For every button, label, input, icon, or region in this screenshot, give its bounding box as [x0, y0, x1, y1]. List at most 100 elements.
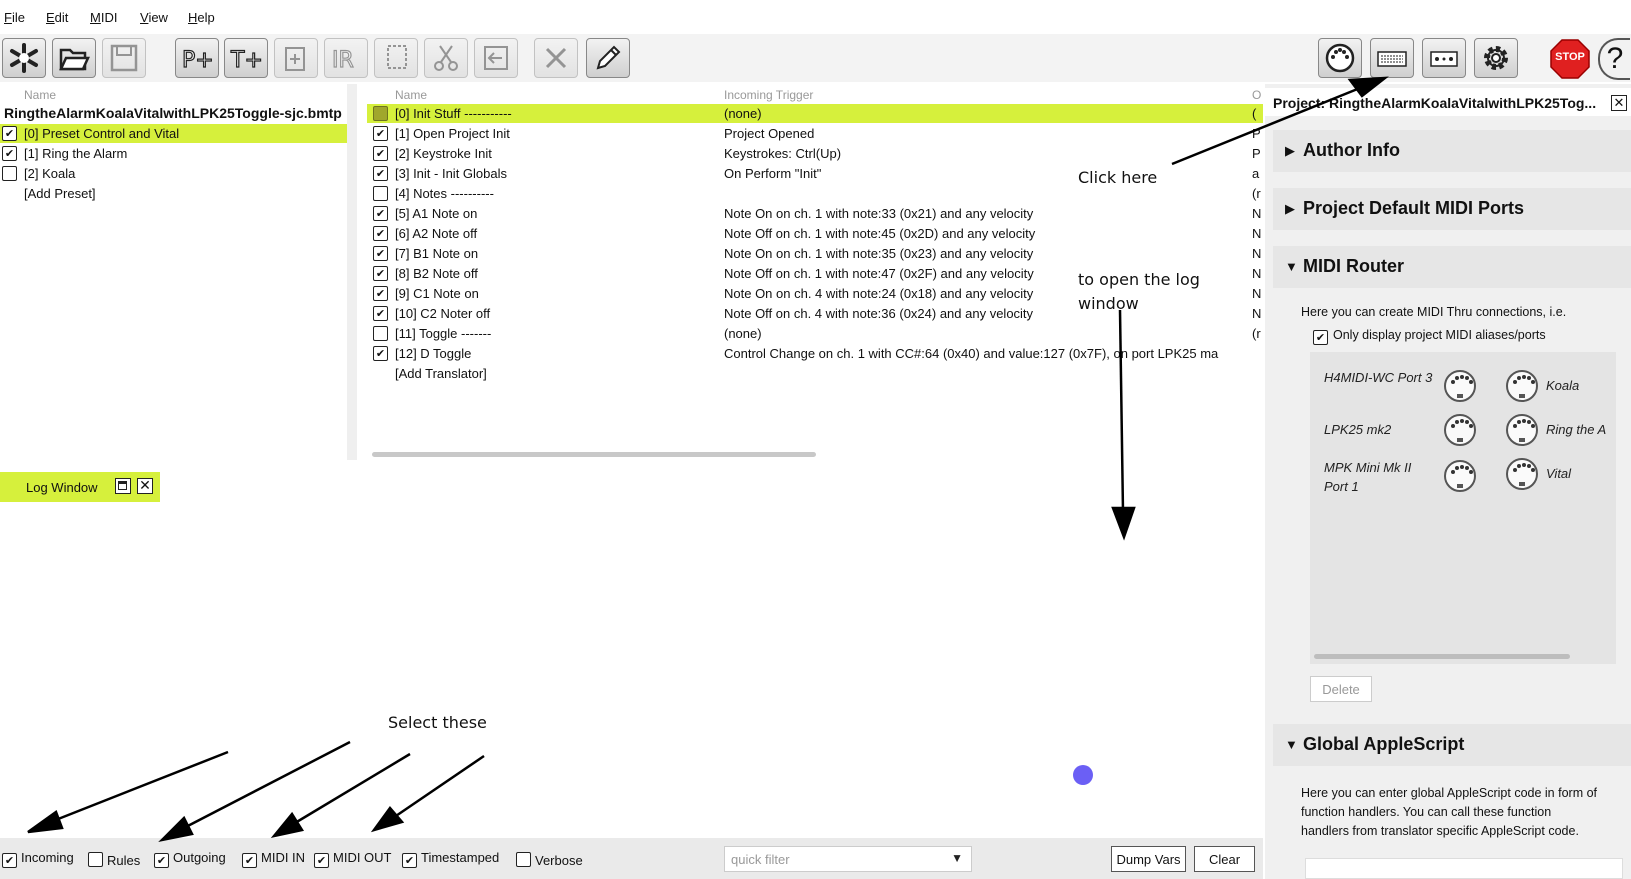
- translator-checkbox[interactable]: [373, 126, 388, 141]
- translator-checkbox[interactable]: [373, 286, 388, 301]
- chevron-down-icon[interactable]: ▼: [951, 851, 963, 865]
- add-translator-row[interactable]: [Add Translator]: [367, 364, 1263, 383]
- open-button[interactable]: [52, 38, 96, 78]
- translator-checkbox[interactable]: [373, 206, 388, 221]
- log-filter-option[interactable]: MIDI OUT: [314, 850, 392, 868]
- log-window-button[interactable]: [1370, 38, 1414, 78]
- close-icon[interactable]: ✕: [137, 478, 153, 494]
- midi-out-connector-icon[interactable]: [1506, 414, 1538, 446]
- log-filter-option[interactable]: Outgoing: [154, 850, 226, 868]
- clear-button[interactable]: Clear: [1194, 846, 1255, 872]
- paste-icon: [484, 46, 508, 70]
- translator-row[interactable]: [11] Toggle ------- (none) (r: [367, 324, 1263, 343]
- project-file-row[interactable]: RingtheAlarmKoalaVitalwithLPK25Toggle-sj…: [0, 104, 347, 123]
- log-filter-option[interactable]: Incoming: [2, 850, 74, 868]
- preset-row[interactable]: [0] Preset Control and Vital: [0, 124, 347, 143]
- only-display-checkbox[interactable]: [1313, 330, 1328, 345]
- translator-name: [7] B1 Note on: [395, 246, 479, 261]
- translator-checkbox[interactable]: [373, 306, 388, 321]
- menu-view[interactable]: View: [140, 10, 168, 25]
- applescript-editor[interactable]: [1305, 858, 1623, 879]
- translator-row[interactable]: [7] B1 Note on Note On on ch. 1 with not…: [367, 244, 1263, 263]
- preset-row[interactable]: [1] Ring the Alarm: [0, 144, 347, 163]
- paste-button[interactable]: [474, 38, 518, 78]
- preset-checkbox[interactable]: [2, 126, 17, 141]
- translator-horizontal-scrollbar[interactable]: [372, 452, 816, 457]
- settings-button[interactable]: [1474, 38, 1518, 78]
- translator-row[interactable]: [6] A2 Note off Note Off on ch. 1 with n…: [367, 224, 1263, 243]
- midi-out-connector-icon[interactable]: [1506, 370, 1538, 402]
- log-filter-checkbox[interactable]: [242, 853, 257, 868]
- menu-edit[interactable]: Edit: [46, 10, 68, 25]
- copy-button[interactable]: [374, 38, 418, 78]
- midi-in-connector-icon[interactable]: [1444, 370, 1476, 402]
- midi-ports-button[interactable]: [1318, 38, 1362, 78]
- translator-row[interactable]: [12] D Toggle Control Change on ch. 1 wi…: [367, 344, 1263, 363]
- translator-row[interactable]: [0] Init Stuff ----------- (none) (: [367, 104, 1263, 123]
- translator-name: [12] D Toggle: [395, 346, 472, 361]
- midi-filter-button[interactable]: [1422, 38, 1466, 78]
- only-display-option[interactable]: Only display project MIDI aliases/ports: [1313, 328, 1546, 345]
- delete-button[interactable]: [534, 38, 578, 78]
- midi-router-section[interactable]: ▼ MIDI Router: [1273, 246, 1631, 288]
- log-filter-checkbox[interactable]: [516, 852, 531, 867]
- preset-checkbox[interactable]: [2, 146, 17, 161]
- translator-trigger: Keystrokes: Ctrl(Up): [724, 146, 842, 161]
- menu-midi[interactable]: MIDI: [90, 10, 117, 25]
- log-filter-option[interactable]: MIDI IN: [242, 850, 305, 868]
- translator-row[interactable]: [5] A1 Note on Note On on ch. 1 with not…: [367, 204, 1263, 223]
- log-filter-checkbox[interactable]: [314, 853, 329, 868]
- ports-horizontal-scrollbar[interactable]: [1314, 654, 1570, 659]
- midi-in-connector-icon[interactable]: [1444, 460, 1476, 492]
- midi-in-connector-icon[interactable]: [1444, 414, 1476, 446]
- default-ports-section[interactable]: ▶ Project Default MIDI Ports: [1273, 188, 1631, 230]
- log-filter-checkbox[interactable]: [88, 852, 103, 867]
- translator-checkbox[interactable]: [373, 186, 388, 201]
- project-close-icon[interactable]: ✕: [1611, 95, 1627, 111]
- translator-row[interactable]: [1] Open Project Init Project Opened P: [367, 124, 1263, 143]
- log-filter-option[interactable]: Timestamped: [402, 850, 500, 868]
- translator-checkbox[interactable]: [373, 266, 388, 281]
- translator-checkbox[interactable]: [373, 346, 388, 361]
- translator-row[interactable]: [2] Keystroke Init Keystrokes: Ctrl(Up) …: [367, 144, 1263, 163]
- translator-checkbox[interactable]: [373, 166, 388, 181]
- router-description: Here you can create MIDI Thru connection…: [1301, 305, 1567, 319]
- log-window-tab[interactable]: Log Window ✕: [0, 472, 160, 502]
- midi-out-connector-icon[interactable]: [1506, 458, 1538, 490]
- help-button[interactable]: ?: [1598, 38, 1630, 80]
- log-filter-checkbox[interactable]: [154, 853, 169, 868]
- translator-checkbox[interactable]: [373, 106, 388, 121]
- maximize-icon[interactable]: [115, 478, 131, 494]
- log-filter-checkbox[interactable]: [2, 853, 17, 868]
- edit-button[interactable]: [586, 38, 630, 78]
- delete-connection-button[interactable]: Delete: [1310, 676, 1372, 702]
- duplicate-button[interactable]: [274, 38, 318, 78]
- translator-checkbox[interactable]: [373, 246, 388, 261]
- out-port-2: Vital: [1546, 466, 1572, 481]
- log-filter-option[interactable]: Verbose: [516, 850, 583, 868]
- preset-row[interactable]: [2] Koala: [0, 164, 347, 183]
- log-filter-checkbox[interactable]: [402, 853, 417, 868]
- add-translator-button[interactable]: T+: [224, 38, 268, 78]
- ports-icon: [1430, 51, 1458, 67]
- stop-button[interactable]: STOP: [1549, 38, 1591, 80]
- menu-file[interactable]: File: [4, 10, 25, 25]
- translator-checkbox[interactable]: [373, 146, 388, 161]
- preset-checkbox[interactable]: [2, 166, 17, 181]
- log-filter-option[interactable]: Rules: [88, 850, 140, 868]
- translator-checkbox[interactable]: [373, 226, 388, 241]
- translator-checkbox[interactable]: [373, 326, 388, 341]
- author-info-section[interactable]: ▶ Author Info: [1273, 130, 1631, 172]
- dump-vars-button[interactable]: Dump Vars: [1111, 846, 1186, 872]
- quick-filter-input[interactable]: quick filter ▼: [724, 846, 972, 872]
- global-applescript-section[interactable]: ▼ Global AppleScript: [1273, 724, 1631, 766]
- rename-button[interactable]: IR: [324, 38, 368, 78]
- save-button[interactable]: [102, 38, 146, 78]
- add-preset-row[interactable]: [Add Preset]: [0, 184, 347, 203]
- menu-help[interactable]: Help: [188, 10, 215, 25]
- cut-button[interactable]: [424, 38, 468, 78]
- new-project-button[interactable]: [2, 38, 46, 78]
- log-output-area[interactable]: [0, 502, 1263, 838]
- log-filter-label: Timestamped: [421, 850, 500, 865]
- add-preset-button[interactable]: P+: [175, 38, 219, 78]
